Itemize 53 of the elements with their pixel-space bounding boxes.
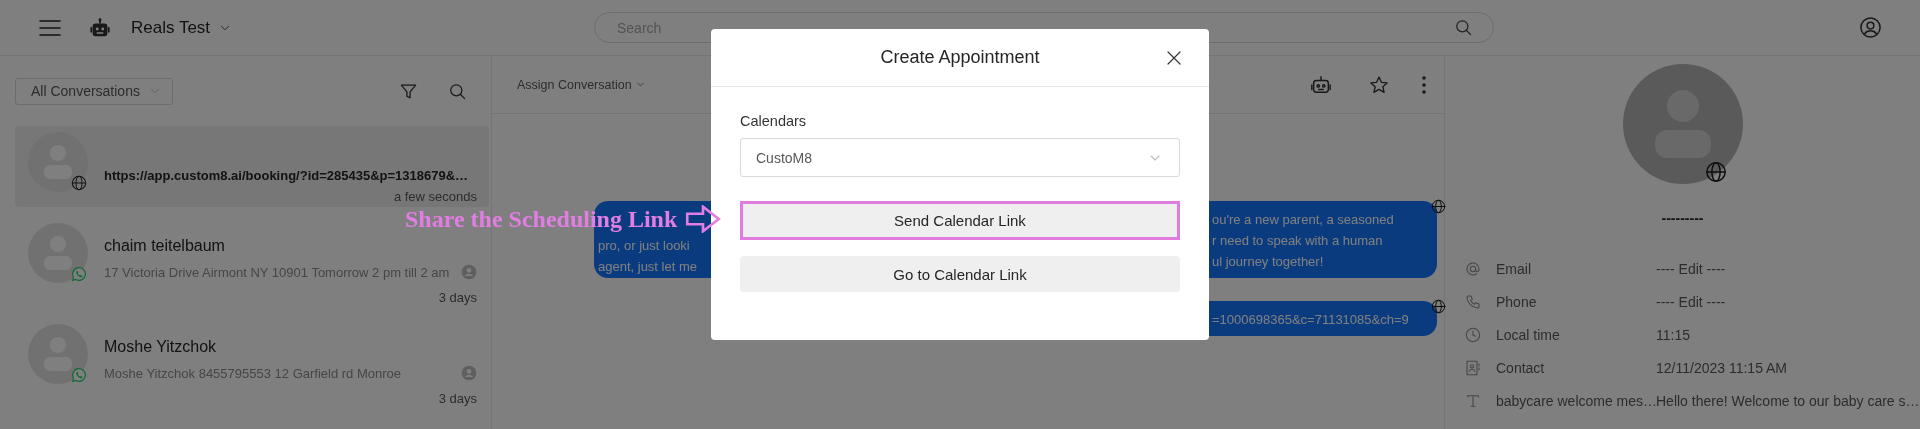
message-preview: 17 Victoria Drive Airmont NY 10901 Tomorrow 2 pm till 2 am (104, 264, 450, 280)
avatar-icon (28, 324, 88, 384)
message-text: ou're a new parent, a seasoned r need to speak with a human ul journey together! (1211, 211, 1395, 271)
globe-icon (1431, 199, 1446, 214)
workspace-name[interactable]: Reals Test (131, 17, 211, 38)
dialog-title: Create Appointment (880, 47, 1040, 68)
field-value[interactable]: ---- Edit ---- (1656, 293, 1920, 310)
close-button[interactable] (1165, 49, 1183, 67)
account-icon[interactable] (1859, 16, 1882, 39)
avatar-icon (1622, 64, 1743, 184)
field-label: Email (1496, 260, 1532, 277)
conversation-filter-dropdown[interactable]: All Conversations (15, 77, 173, 105)
field-label: Calendars (740, 112, 808, 131)
globe-icon (1704, 161, 1727, 183)
avatar-icon (28, 223, 88, 283)
email-icon (1465, 260, 1481, 277)
message-text: pro, or just looki agent, just let me (597, 237, 698, 276)
contact-name: Moshe Yitzchok (104, 337, 217, 357)
field-label: Phone (1496, 293, 1538, 310)
search-icon[interactable] (448, 81, 467, 101)
field-value: Hello there! Welcome to our baby care s… (1656, 392, 1920, 409)
arrow-icon (685, 205, 722, 233)
timestamp: 3 days (438, 390, 477, 408)
message-preview: Moshe Yitzchok 8455795553 12 Garfield rd Monroe (104, 365, 402, 381)
message-text: =1000698365&c=71131085&ch=9 (1211, 311, 1410, 329)
star-icon[interactable] (1369, 74, 1389, 95)
assign-conversation-dropdown[interactable]: Assign Conversation (517, 77, 646, 92)
close-icon (1165, 49, 1183, 67)
contact-name: chaim teitelbaum (104, 236, 225, 256)
timestamp: a few seconds (393, 188, 477, 206)
field-label: Local time (1496, 326, 1561, 343)
globe-icon (1431, 299, 1446, 314)
field-value[interactable]: ---- Edit ---- (1656, 260, 1920, 277)
open-link-button[interactable]: Go to Calendar Link (740, 256, 1180, 292)
more-icon[interactable] (1421, 74, 1427, 95)
field-label: Contact (1496, 359, 1546, 376)
phone-icon (1465, 293, 1481, 310)
field-value: 12/11/2023 11:15 AM (1656, 359, 1789, 376)
field-label: babycare welcome mes… (1496, 392, 1656, 409)
message-preview: https://app.custom8.ai/booking/?id=285435&p=1318679&… (104, 167, 469, 183)
clock-icon (1465, 326, 1481, 343)
avatar-icon (28, 132, 88, 192)
timestamp: 3 days (438, 289, 477, 307)
robot-icon (89, 16, 111, 39)
text-icon (1465, 392, 1481, 409)
conversation-item[interactable]: https://app.custom8.ai/booking/?id=285435&p=1318679&… a few seconds (15, 126, 489, 207)
field-value: 11:15 (1656, 326, 1691, 343)
search-icon[interactable] (1454, 18, 1473, 37)
send-link-button[interactable]: Send Calendar Link (740, 201, 1180, 240)
contact-name: --------- (1661, 209, 1704, 228)
contact-card-icon (1465, 359, 1481, 376)
robot-icon[interactable] (1310, 73, 1332, 96)
calendar-select[interactable]: CustoM8 (740, 138, 1180, 177)
